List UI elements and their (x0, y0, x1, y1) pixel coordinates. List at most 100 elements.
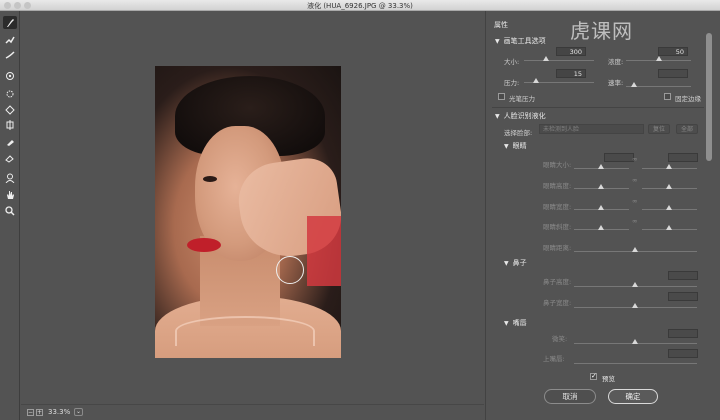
mouth-header[interactable]: ▼ 嘴唇 (504, 318, 527, 328)
photo-left-eye (203, 176, 217, 182)
push-left-icon (6, 119, 14, 130)
pressure-slider-thumb[interactable] (533, 78, 539, 83)
density-label: 浓度: (608, 58, 624, 66)
zoom-in-button[interactable]: + (36, 409, 43, 416)
collapse-triangle-icon: ▼ (504, 260, 509, 267)
photo-collar (175, 316, 315, 346)
preview-checkbox[interactable] (590, 372, 597, 380)
pressure-input[interactable]: 15 (556, 69, 586, 78)
nose-width-input[interactable] (668, 292, 698, 301)
reconstruct-tool[interactable] (3, 33, 17, 46)
zoom-icon (5, 205, 15, 216)
select-face-dropdown[interactable]: 未检测到人脸 (539, 124, 644, 134)
face-tool[interactable] (3, 171, 17, 184)
preview-canvas[interactable] (21, 11, 484, 404)
bloat-tool[interactable] (3, 103, 17, 116)
smile-input[interactable] (668, 329, 698, 338)
eye-size-left-input[interactable] (604, 153, 634, 162)
bloat-icon (5, 104, 15, 115)
eye-height-left-thumb[interactable] (598, 184, 604, 189)
pressure-label: 压力: (504, 79, 520, 87)
eyes-header[interactable]: ▼ 眼睛 (504, 141, 527, 151)
upper-lip-track[interactable] (574, 363, 697, 364)
eye-size-right-input[interactable] (668, 153, 698, 162)
pucker-tool[interactable] (3, 87, 17, 100)
size-label: 大小: (504, 58, 520, 66)
forward-warp-icon (7, 18, 14, 27)
nose-height-thumb[interactable] (632, 282, 638, 287)
smile-thumb[interactable] (632, 339, 638, 344)
hand-icon (7, 190, 14, 199)
density-slider-thumb[interactable] (656, 56, 662, 61)
ok-button[interactable]: 确定 (608, 389, 658, 404)
size-input[interactable]: 300 (556, 47, 586, 56)
smooth-tool[interactable] (3, 48, 17, 61)
thaw-mask-tool[interactable] (3, 151, 17, 164)
hand-tool[interactable] (3, 188, 17, 201)
cancel-button[interactable]: 取消 (544, 389, 596, 404)
zoom-out-button[interactable]: − (27, 409, 34, 416)
push-left-tool[interactable] (3, 118, 17, 131)
eye-height-right-thumb[interactable] (666, 184, 672, 189)
eye-height-label: 眼睛高度: (543, 182, 572, 190)
eye-size-link-icon[interactable]: ∞ (632, 155, 637, 163)
watermark-logo: 虎课网 (570, 19, 633, 43)
upper-lip-input[interactable] (668, 349, 698, 358)
twirl-clockwise-tool[interactable] (3, 69, 17, 82)
stylus-pressure-label: 光笔压力 (509, 95, 535, 103)
eye-width-link-icon[interactable]: ∞ (632, 197, 637, 205)
eye-width-left-thumb[interactable] (598, 205, 604, 210)
eye-tilt-right-thumb[interactable] (666, 225, 672, 230)
collapse-triangle-icon: ▼ (495, 38, 500, 45)
panel-title: 属性 (494, 21, 508, 29)
reconstruct-icon (5, 36, 15, 44)
brush-options-label: 画笔工具选项 (503, 37, 546, 45)
panel-scrollbar[interactable] (706, 33, 712, 161)
density-input[interactable]: 50 (658, 47, 688, 56)
reset-face-button[interactable]: 复位 (648, 124, 670, 134)
section-divider (492, 107, 704, 108)
nose-width-thumb[interactable] (632, 303, 638, 308)
eye-tilt-link-icon[interactable]: ∞ (632, 217, 637, 225)
eye-width-label: 眼睛宽度: (543, 203, 572, 211)
nose-header[interactable]: ▼ 鼻子 (504, 258, 527, 268)
eye-height-link-icon[interactable]: ∞ (632, 176, 637, 184)
properties-scroll-area[interactable]: ▼ 画笔工具选项 大小: 300 浓度: 50 压力: 15 速率: 光笔压力 固… (486, 31, 704, 371)
forward-warp-tool[interactable] (3, 16, 17, 29)
face-icon (5, 173, 15, 183)
portrait-photo[interactable] (155, 66, 341, 358)
eye-tilt-left-thumb[interactable] (598, 225, 604, 230)
pin-edges-label: 固定边缘 (675, 95, 701, 103)
eye-distance-thumb[interactable] (632, 247, 638, 252)
zoom-bar: − + 33.3% ⌄ (21, 404, 484, 420)
nose-height-input[interactable] (668, 271, 698, 280)
pucker-icon (6, 90, 14, 97)
zoom-dropdown[interactable]: ⌄ (74, 408, 83, 416)
nose-height-label: 鼻子高度: (543, 278, 572, 286)
eye-width-right-thumb[interactable] (666, 205, 672, 210)
photo-red-fabric (307, 216, 341, 286)
eye-size-label: 眼睛大小: (543, 161, 572, 169)
rate-input[interactable] (658, 69, 688, 78)
properties-panel: 属性 ▼ 画笔工具选项 大小: 300 浓度: 50 压力: 15 速率: 光笔压… (485, 11, 720, 420)
eye-size-right-thumb[interactable] (666, 164, 672, 169)
freeze-mask-icon (7, 139, 14, 146)
thaw-mask-icon (5, 154, 14, 163)
face-aware-header[interactable]: ▼ 人脸识别液化 (495, 111, 546, 121)
window-title: 液化 (HUA_6926.JPG @ 33.3%) (307, 2, 413, 10)
twirl-icon (6, 71, 14, 80)
rate-slider-thumb[interactable] (631, 82, 637, 87)
brush-options-header[interactable]: ▼ 画笔工具选项 (495, 36, 546, 46)
zoom-tool[interactable] (3, 204, 17, 217)
smile-label: 微笑: (552, 335, 568, 343)
freeze-mask-tool[interactable] (3, 135, 17, 148)
size-slider-track[interactable] (524, 60, 594, 61)
all-faces-button[interactable]: 全部 (676, 124, 698, 134)
size-slider-thumb[interactable] (543, 56, 549, 61)
stylus-pressure-checkbox[interactable] (498, 93, 505, 100)
pin-edges-checkbox[interactable] (664, 93, 671, 100)
eyes-label: 眼睛 (512, 142, 527, 150)
select-face-label: 选择脸部: (504, 129, 533, 137)
eye-size-left-thumb[interactable] (598, 164, 604, 169)
face-aware-label: 人脸识别液化 (503, 112, 546, 120)
